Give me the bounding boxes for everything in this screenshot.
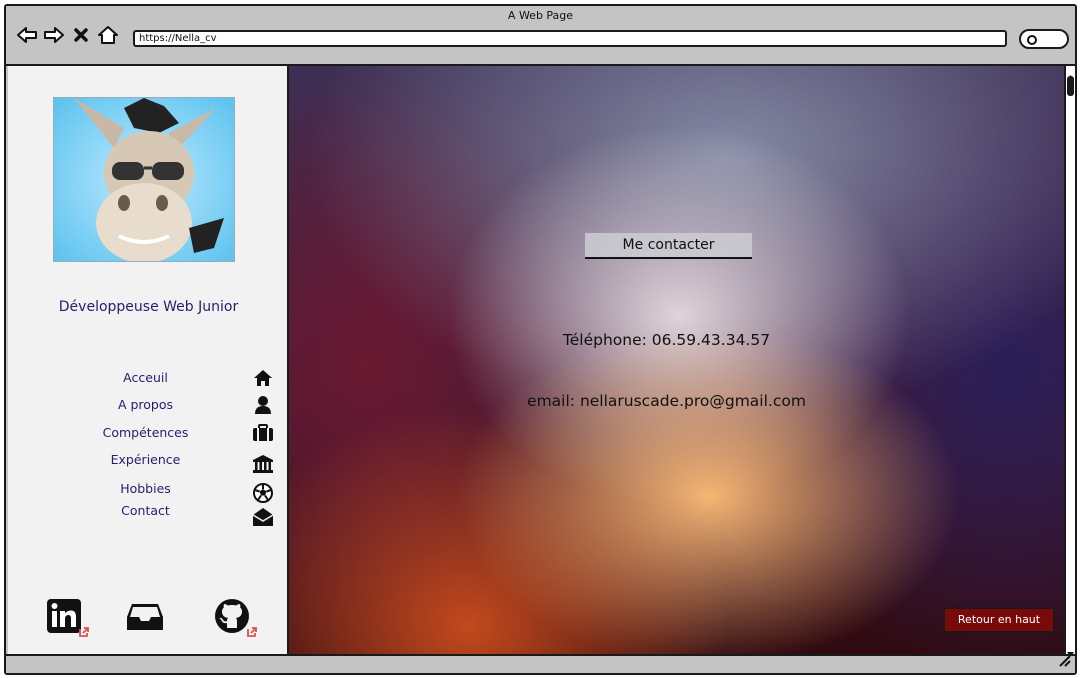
phone-number: Téléphone: 06.59.43.34.57 [562,331,771,349]
scroll-up-icon[interactable] [1066,67,1075,80]
user-icon [252,395,274,415]
title-bar: A Web Page https://Nella_cv [6,6,1075,66]
inbox-icon [127,604,163,630]
menu-item-label: Contact [121,503,170,518]
resize-handle-icon[interactable] [1057,652,1071,671]
home-icon [252,368,274,388]
sidebar: Développeuse Web Junior Acceuil A propos… [8,66,289,654]
vertical-scrollbar[interactable] [1064,66,1075,657]
linkedin-link[interactable] [46,598,89,638]
address-bar[interactable]: https://Nella_cv [133,30,1007,47]
search-button[interactable] [1019,29,1069,49]
browser-window: A Web Page https://Nella_cv Développeuse… [4,4,1077,675]
avatar [53,97,235,262]
menu-item-label: Expérience [110,452,181,467]
institution-icon [252,454,274,474]
menu-item-a-propos[interactable]: A propos [68,395,271,415]
inbox-link[interactable] [126,602,164,636]
menu-item-contact[interactable]: Contact [68,501,274,526]
soccer-ball-icon [252,483,274,503]
menu-item-hobbies[interactable]: Hobbies [68,479,273,503]
external-link-icon [78,623,90,642]
menu-item-label: A propos [117,397,174,412]
menu-item-label: Hobbies [120,481,171,496]
briefcase-icon [252,423,274,443]
close-icon[interactable] [70,24,92,46]
back-arrow-icon[interactable] [16,24,38,46]
email-address[interactable]: email: nellaruscade.pro@gmail.com [289,392,1044,410]
scroll-thumb[interactable] [1067,76,1074,96]
navigation-buttons [16,24,119,46]
menu-item-experience[interactable]: Expérience [68,450,273,473]
github-link[interactable] [214,598,257,638]
menu-item-label: Compétences [102,425,189,440]
home-icon[interactable] [97,24,119,46]
contact-section: Me contacter Téléphone: 06.59.43.34.57 e… [289,66,1064,654]
forward-arrow-icon[interactable] [43,24,65,46]
section-title: Me contacter [585,233,752,259]
menu-item-competences[interactable]: Compétences [68,423,273,443]
envelope-open-icon [252,507,274,527]
search-icon [1027,35,1037,45]
linkedin-icon [47,599,81,633]
window-title: A Web Page [507,9,574,22]
menu-item-label: Acceuil [123,370,168,385]
github-icon [215,599,249,633]
menu-item-acceuil[interactable]: Acceuil [68,368,272,388]
back-to-top-button[interactable]: Retour en haut [943,607,1055,633]
external-link-icon [246,623,258,642]
status-bar [6,654,1075,673]
job-title: Développeuse Web Junior [58,299,239,315]
